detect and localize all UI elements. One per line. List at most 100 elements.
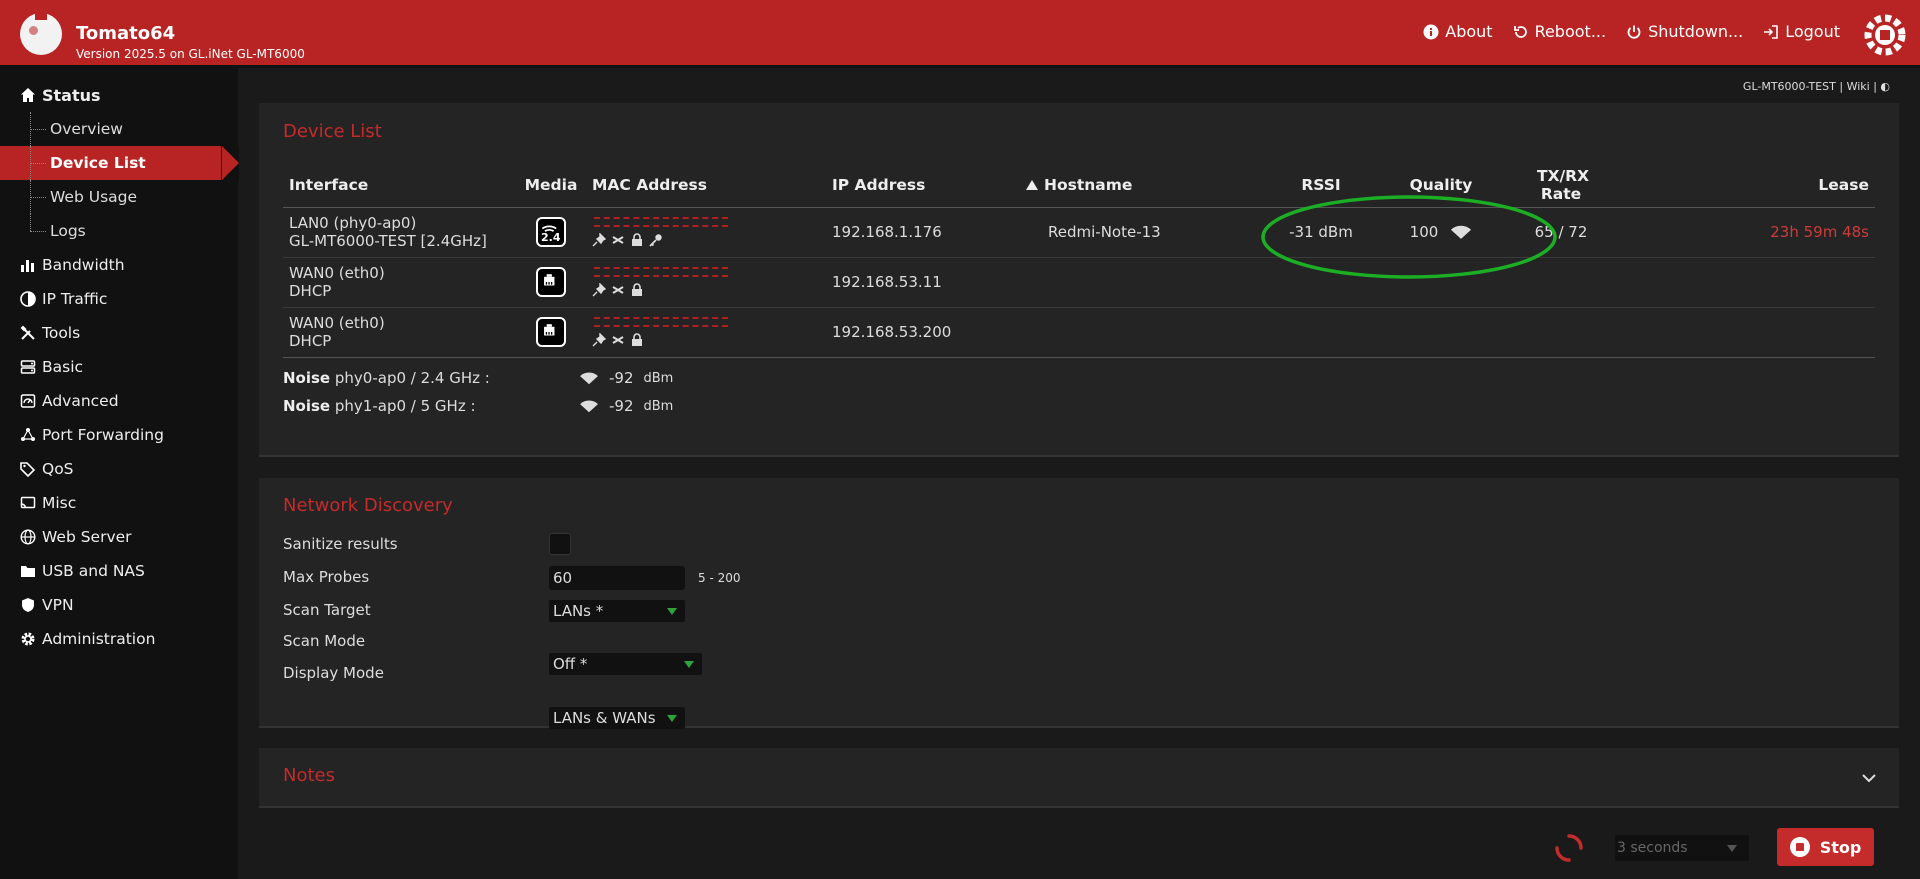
sidebar-item-basic[interactable]: Basic: [0, 350, 238, 384]
key-icon[interactable]: [649, 233, 663, 247]
sidebar-item-vpn[interactable]: VPN: [0, 588, 238, 622]
pin-icon[interactable]: [592, 333, 606, 347]
chevron-down-icon: [667, 608, 677, 615]
device-table: Interface Media MAC Address IP Address H…: [283, 163, 1875, 358]
col-media[interactable]: Media: [516, 163, 586, 208]
tomato-gear-logo-icon: [1864, 14, 1906, 56]
iface-detail: DHCP: [289, 332, 332, 350]
lock-icon[interactable]: [630, 283, 644, 297]
chevron-down-icon[interactable]: [1861, 770, 1877, 786]
sidebar-item-tools[interactable]: Tools: [0, 316, 238, 350]
top-right-links[interactable]: GL-MT6000-TEST | Wiki | ◐: [1743, 80, 1890, 93]
col-interface[interactable]: Interface: [283, 163, 516, 208]
sidebar-item-misc[interactable]: Misc: [0, 486, 238, 520]
device-list-panel: Device List Interface Media MAC Address …: [259, 103, 1899, 457]
dashboard-icon: [20, 394, 36, 408]
sidebar-item-administration[interactable]: Administration: [0, 622, 238, 656]
sidebar-item-bandwidth[interactable]: Bandwidth: [0, 248, 238, 282]
sidebar-item-qos[interactable]: QoS: [0, 452, 238, 486]
scan-target-label: Scan Target: [283, 601, 371, 619]
link-icon[interactable]: [611, 333, 625, 347]
sidebar-item-web-server[interactable]: Web Server: [0, 520, 238, 554]
annotation-ellipse: [1261, 195, 1557, 279]
sidebar-item-label: Administration: [42, 630, 156, 648]
iface-detail: GL-MT6000-TEST [2.4GHz]: [289, 232, 487, 250]
cell-mac: [586, 307, 826, 358]
header-bar: Tomato64 Version 2025.5 on GL.iNet GL-MT…: [0, 0, 1920, 68]
col-lease[interactable]: Lease: [1616, 163, 1875, 208]
sidebar-item-ip-traffic[interactable]: IP Traffic: [0, 282, 238, 316]
lock-icon[interactable]: [630, 333, 644, 347]
stop-button[interactable]: Stop: [1777, 828, 1874, 866]
network-discovery-panel: Network Discovery Sanitize results Max P…: [259, 478, 1899, 729]
wifi-signal-icon: [580, 400, 598, 412]
noise-row: Noise phy1-ap0 / 5 GHz : -92 dBm: [283, 397, 673, 415]
sidebar-item-device-list[interactable]: Device List: [0, 146, 239, 180]
cell-quality: [1376, 307, 1506, 358]
display-mode-value: LANs & WANs: [553, 709, 656, 727]
sidebar-item-label: Web Usage: [50, 188, 138, 206]
sort-asc-icon: [1026, 179, 1038, 190]
globe-icon: [20, 529, 36, 545]
sidebar-item-logs[interactable]: Logs: [0, 214, 238, 248]
cell-hostname: Redmi-Note-13: [1026, 207, 1266, 258]
cell-interface: LAN0 (phy0-ap0) GL-MT6000-TEST [2.4GHz]: [283, 207, 516, 258]
link-icon[interactable]: [611, 233, 625, 247]
col-mac[interactable]: MAC Address: [586, 163, 826, 208]
logout-label: Logout: [1785, 22, 1840, 41]
tomato-logo-icon[interactable]: [20, 10, 62, 55]
sidebar-item-label: Overview: [50, 120, 123, 138]
table-row[interactable]: WAN0 (eth0) DHCP 192.168.53.11: [283, 257, 1875, 308]
refresh-interval-value: 3 seconds: [1617, 840, 1688, 856]
sanitize-label: Sanitize results: [283, 535, 398, 553]
logout-link[interactable]: Logout: [1763, 22, 1840, 41]
pin-icon[interactable]: [592, 283, 606, 297]
cell-media: [516, 307, 586, 358]
sidebar-item-label: Web Server: [42, 528, 132, 546]
sidebar-item-label: Tools: [42, 324, 81, 342]
noise-unit: dBm: [643, 398, 674, 414]
sidebar-item-label: USB and NAS: [42, 562, 145, 580]
network-icon: [21, 428, 35, 441]
pin-icon[interactable]: [592, 233, 606, 247]
sidebar-item-usb-and-nas[interactable]: USB and NAS: [0, 554, 238, 588]
col-ip[interactable]: IP Address: [826, 163, 1026, 208]
cell-lease: [1616, 307, 1875, 358]
stop-label: Stop: [1819, 837, 1862, 857]
sidebar-item-status[interactable]: Status: [0, 78, 238, 112]
refresh-interval-select[interactable]: 3 seconds: [1615, 835, 1749, 861]
table-row[interactable]: WAN0 (eth0) DHCP 192.168.53.200: [283, 307, 1875, 358]
about-link[interactable]: About: [1423, 22, 1493, 41]
reboot-link[interactable]: Reboot...: [1513, 22, 1606, 41]
scan-target-select[interactable]: LANs *: [549, 600, 685, 622]
sidebar-item-overview[interactable]: Overview: [0, 112, 238, 146]
spinner-icon: [1555, 834, 1583, 862]
sidebar-item-port-forwarding[interactable]: Port Forwarding: [0, 418, 238, 452]
noise-label: Noise: [283, 397, 331, 415]
link-icon[interactable]: [611, 283, 625, 297]
col-hostname[interactable]: Hostname: [1026, 163, 1266, 208]
cell-hostname: [1026, 307, 1266, 358]
media-band-label: 2.4: [541, 231, 561, 244]
display-mode-select[interactable]: LANs & WANs: [549, 707, 685, 729]
lock-icon[interactable]: [630, 233, 644, 247]
scan-mode-select[interactable]: Off *: [549, 653, 702, 675]
sanitize-checkbox[interactable]: [549, 533, 571, 555]
bar-chart-icon: [21, 260, 34, 272]
home-icon: [21, 88, 35, 102]
cell-media: [516, 257, 586, 308]
sidebar-item-label: Misc: [42, 494, 77, 512]
reboot-icon: [1513, 25, 1527, 38]
panel-title: Notes: [283, 765, 335, 786]
scan-mode-label: Scan Mode: [283, 632, 366, 650]
max-probes-input[interactable]: [549, 566, 685, 590]
cell-interface: WAN0 (eth0) DHCP: [283, 307, 516, 358]
info-icon: [1423, 24, 1439, 39]
sidebar-item-web-usage[interactable]: Web Usage: [0, 180, 238, 214]
shutdown-link[interactable]: Shutdown...: [1626, 22, 1743, 41]
sidebar-item-advanced[interactable]: Advanced: [0, 384, 238, 418]
notes-panel[interactable]: Notes: [259, 748, 1899, 808]
noise-iface: phy1-ap0 / 5 GHz :: [334, 397, 476, 415]
cell-ip: 192.168.53.11: [826, 257, 1026, 308]
table-row[interactable]: LAN0 (phy0-ap0) GL-MT6000-TEST [2.4GHz] …: [283, 207, 1875, 258]
